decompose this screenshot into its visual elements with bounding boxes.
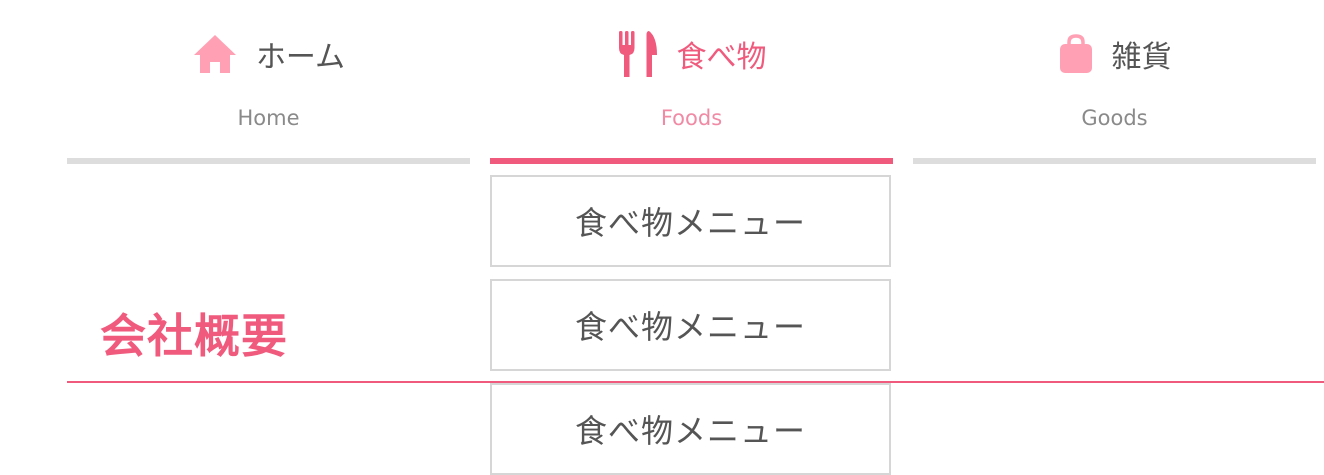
nav-item-goods-label: 雑貨 (1111, 40, 1172, 75)
fork-knife-icon (617, 29, 659, 79)
dropdown-item-label: 食べ物メニュー (574, 412, 806, 450)
nav-item-home-sub: Home (237, 106, 300, 130)
nav-item-foods-sub: Foods (660, 106, 723, 130)
dropdown-item-label: 食べ物メニュー (574, 308, 806, 346)
nav-item-foods[interactable]: 食べ物 Foods (490, 0, 893, 165)
shopping-bag-icon (1058, 33, 1094, 75)
nav-item-goods-indicator (913, 158, 1316, 164)
home-icon (192, 33, 238, 75)
nav-item-home-indicator (67, 158, 470, 164)
nav-item-foods-indicator (490, 158, 893, 164)
nav-item-goods[interactable]: 雑貨 Goods (913, 0, 1316, 165)
dropdown-item-foods-menu-3[interactable]: 食べ物メニュー (490, 383, 891, 475)
nav-item-goods-sub: Goods (1081, 106, 1148, 130)
nav-item-goods-main: 雑貨 (913, 30, 1316, 78)
nav-item-home[interactable]: ホーム Home (67, 0, 470, 165)
nav-item-foods-label: 食べ物 (676, 40, 767, 75)
nav-item-home-main: ホーム (67, 30, 470, 78)
nav-item-foods-main: 食べ物 (490, 30, 893, 78)
dropdown-item-label: 食べ物メニュー (574, 204, 806, 242)
section-title: 会社概要 (100, 309, 288, 363)
nav-item-home-label: ホーム (255, 40, 346, 75)
dropdown-item-foods-menu-2[interactable]: 食べ物メニュー (490, 279, 891, 371)
dropdown-item-foods-menu-1[interactable]: 食べ物メニュー (490, 175, 891, 267)
